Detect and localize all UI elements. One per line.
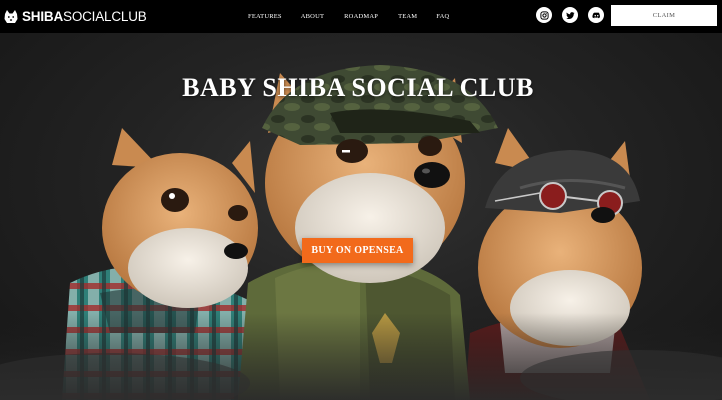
claim-button[interactable]: CLAIM [611,5,717,26]
top-navbar: SHIBASOCIALCLUB FEATURES ABOUT ROADMAP T… [0,0,722,33]
brand-name: SHIBASOCIALCLUB [22,9,147,24]
nav-features[interactable]: FEATURES [248,13,282,20]
nav-faq[interactable]: FAQ [436,13,449,20]
discord-icon [591,11,600,18]
brand-logo[interactable]: SHIBASOCIALCLUB [0,0,147,33]
social-links [536,7,614,23]
instagram-link[interactable] [536,7,552,23]
buy-on-opensea-button[interactable]: BUY ON OPENSEA [302,238,413,263]
hero-section: BABY SHIBA SOCIAL CLUB BUY ON OPENSEA [0,33,722,400]
shiba-logo-icon [4,9,18,23]
nav-roadmap[interactable]: ROADMAP [344,13,378,20]
main-menu: FEATURES ABOUT ROADMAP TEAM FAQ [248,0,449,33]
instagram-icon [539,10,549,20]
nav-about[interactable]: ABOUT [301,13,324,20]
twitter-icon [565,11,575,19]
discord-link[interactable] [588,7,604,23]
nav-team[interactable]: TEAM [398,13,417,20]
brand-name-light: SOCIALCLUB [63,9,147,24]
hero-title: BABY SHIBA SOCIAL CLUB [182,73,534,102]
brand-name-bold: SHIBA [22,9,64,24]
twitter-link[interactable] [562,7,578,23]
